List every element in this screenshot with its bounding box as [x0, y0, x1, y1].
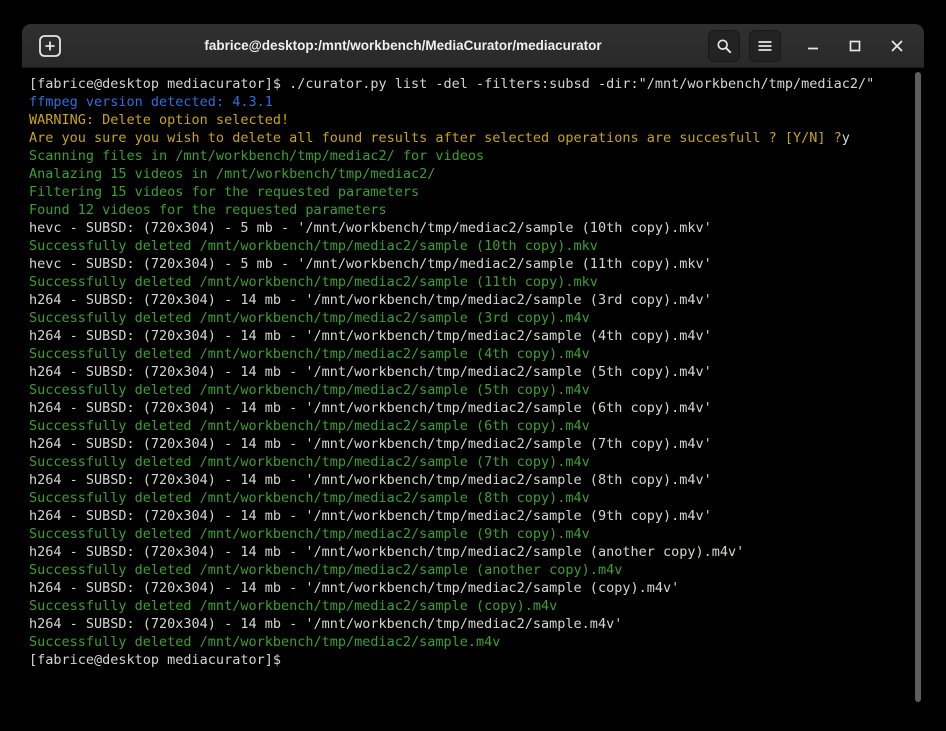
terminal-text-segment: h264 - SUBSD: (720x304) - 14 mb - '/mnt/…: [29, 544, 744, 560]
new-tab-button[interactable]: [34, 30, 66, 62]
terminal-text-segment: Scanning files in /mnt/workbench/tmp/med…: [29, 148, 484, 164]
terminal-text-segment: Successfully deleted /mnt/workbench/tmp/…: [29, 598, 557, 614]
terminal-line: Found 12 videos for the requested parame…: [29, 201, 906, 219]
terminal-line: ffmpeg version detected: 4.3.1: [29, 93, 906, 111]
terminal-text-segment: h264 - SUBSD: (720x304) - 14 mb - '/mnt/…: [29, 436, 712, 452]
search-icon: [716, 38, 732, 54]
maximize-button[interactable]: [840, 31, 870, 61]
terminal-line: Successfully deleted /mnt/workbench/tmp/…: [29, 489, 906, 507]
terminal-line: Successfully deleted /mnt/workbench/tmp/…: [29, 273, 906, 291]
terminal-text-segment: h264 - SUBSD: (720x304) - 14 mb - '/mnt/…: [29, 580, 679, 596]
terminal-line: h264 - SUBSD: (720x304) - 14 mb - '/mnt/…: [29, 291, 906, 309]
terminal-line: WARNING: Delete option selected!: [29, 111, 906, 129]
terminal-window: fabrice@desktop:/mnt/workbench/MediaCura…: [22, 24, 924, 710]
terminal-line: Successfully deleted /mnt/workbench/tmp/…: [29, 417, 906, 435]
terminal-line: h264 - SUBSD: (720x304) - 14 mb - '/mnt/…: [29, 579, 906, 597]
terminal-line: h264 - SUBSD: (720x304) - 14 mb - '/mnt/…: [29, 615, 906, 633]
close-icon: [889, 38, 905, 54]
terminal-line: h264 - SUBSD: (720x304) - 14 mb - '/mnt/…: [29, 471, 906, 489]
terminal-line: h264 - SUBSD: (720x304) - 14 mb - '/mnt/…: [29, 507, 906, 525]
terminal-text-segment: Found 12 videos for the requested parame…: [29, 202, 387, 218]
terminal-text-segment: Successfully deleted /mnt/workbench/tmp/…: [29, 418, 590, 434]
terminal-text-segment: h264 - SUBSD: (720x304) - 14 mb - '/mnt/…: [29, 400, 712, 416]
terminal-text-segment: [fabrice@desktop mediacurator]$: [29, 652, 281, 668]
terminal-text-segment: Successfully deleted /mnt/workbench/tmp/…: [29, 382, 590, 398]
terminal-line: hevc - SUBSD: (720x304) - 5 mb - '/mnt/w…: [29, 219, 906, 237]
terminal-line: [fabrice@desktop mediacurator]$ ./curato…: [29, 75, 906, 93]
terminal-text-segment: Successfully deleted /mnt/workbench/tmp/…: [29, 454, 590, 470]
terminal-line: Successfully deleted /mnt/workbench/tmp/…: [29, 309, 906, 327]
terminal-text-segment: y: [842, 130, 850, 146]
terminal-text-segment: h264 - SUBSD: (720x304) - 14 mb - '/mnt/…: [29, 472, 712, 488]
window-title: fabrice@desktop:/mnt/workbench/MediaCura…: [112, 38, 694, 53]
close-button[interactable]: [882, 31, 912, 61]
terminal-text-segment: Successfully deleted /mnt/workbench/tmp/…: [29, 310, 590, 326]
terminal-text-segment: Analazing 15 videos in /mnt/workbench/tm…: [29, 166, 435, 182]
scrollbar-thumb[interactable]: [915, 72, 921, 702]
maximize-icon: [847, 38, 863, 54]
terminal-text-segment: h264 - SUBSD: (720x304) - 14 mb - '/mnt/…: [29, 616, 622, 632]
terminal-line: Successfully deleted /mnt/workbench/tmp/…: [29, 561, 906, 579]
terminal-text-segment: Successfully deleted /mnt/workbench/tmp/…: [29, 346, 590, 362]
terminal-text-segment: WARNING: Delete option selected!: [29, 112, 289, 128]
terminal-line: h264 - SUBSD: (720x304) - 14 mb - '/mnt/…: [29, 543, 906, 561]
terminal-line: [fabrice@desktop mediacurator]$: [29, 651, 906, 669]
terminal-line: Successfully deleted /mnt/workbench/tmp/…: [29, 525, 906, 543]
scrollbar[interactable]: [913, 72, 922, 702]
terminal-line: Scanning files in /mnt/workbench/tmp/med…: [29, 147, 906, 165]
terminal-text-segment: Successfully deleted /mnt/workbench/tmp/…: [29, 634, 500, 650]
terminal-text-segment: hevc - SUBSD: (720x304) - 5 mb - '/mnt/w…: [29, 256, 712, 272]
terminal-text-segment: hevc - SUBSD: (720x304) - 5 mb - '/mnt/w…: [29, 220, 712, 236]
terminal-line: h264 - SUBSD: (720x304) - 14 mb - '/mnt/…: [29, 327, 906, 345]
terminal-text-segment: Successfully deleted /mnt/workbench/tmp/…: [29, 562, 622, 578]
terminal-text-segment: Filtering 15 videos for the requested pa…: [29, 184, 419, 200]
terminal-line: h264 - SUBSD: (720x304) - 14 mb - '/mnt/…: [29, 435, 906, 453]
terminal-text-segment: Successfully deleted /mnt/workbench/tmp/…: [29, 490, 590, 506]
terminal-text-segment: h264 - SUBSD: (720x304) - 14 mb - '/mnt/…: [29, 292, 712, 308]
menu-button[interactable]: [749, 30, 781, 62]
search-button[interactable]: [708, 30, 740, 62]
terminal-line: Successfully deleted /mnt/workbench/tmp/…: [29, 633, 906, 651]
menu-icon: [757, 38, 773, 54]
new-tab-icon: [37, 33, 63, 59]
terminal-line: h264 - SUBSD: (720x304) - 14 mb - '/mnt/…: [29, 399, 906, 417]
terminal-line: Filtering 15 videos for the requested pa…: [29, 183, 906, 201]
terminal-line: Successfully deleted /mnt/workbench/tmp/…: [29, 381, 906, 399]
minimize-icon: [805, 38, 821, 54]
terminal-line: Successfully deleted /mnt/workbench/tmp/…: [29, 345, 906, 363]
terminal-line: Are you sure you wish to delete all foun…: [29, 129, 906, 147]
terminal-text-segment: h264 - SUBSD: (720x304) - 14 mb - '/mnt/…: [29, 364, 712, 380]
terminal-text-segment: h264 - SUBSD: (720x304) - 14 mb - '/mnt/…: [29, 328, 712, 344]
terminal-line: Successfully deleted /mnt/workbench/tmp/…: [29, 597, 906, 615]
terminal-text-segment: ffmpeg version detected: 4.3.1: [29, 94, 273, 110]
terminal-line: Successfully deleted /mnt/workbench/tmp/…: [29, 453, 906, 471]
minimize-button[interactable]: [798, 31, 828, 61]
terminal-line: Analazing 15 videos in /mnt/workbench/tm…: [29, 165, 906, 183]
terminal-text-segment: Successfully deleted /mnt/workbench/tmp/…: [29, 274, 598, 290]
terminal-output[interactable]: [fabrice@desktop mediacurator]$ ./curato…: [22, 69, 924, 710]
titlebar[interactable]: fabrice@desktop:/mnt/workbench/MediaCura…: [22, 24, 924, 68]
terminal-line: h264 - SUBSD: (720x304) - 14 mb - '/mnt/…: [29, 363, 906, 381]
terminal-text-segment: Successfully deleted /mnt/workbench/tmp/…: [29, 238, 598, 254]
terminal-text-segment: Successfully deleted /mnt/workbench/tmp/…: [29, 526, 590, 542]
terminal-line: hevc - SUBSD: (720x304) - 5 mb - '/mnt/w…: [29, 255, 906, 273]
terminal-text-segment: [fabrice@desktop mediacurator]$ ./curato…: [29, 76, 874, 92]
terminal-line: Successfully deleted /mnt/workbench/tmp/…: [29, 237, 906, 255]
terminal-text-segment: Are you sure you wish to delete all foun…: [29, 130, 842, 146]
terminal-text-segment: h264 - SUBSD: (720x304) - 14 mb - '/mnt/…: [29, 508, 712, 524]
